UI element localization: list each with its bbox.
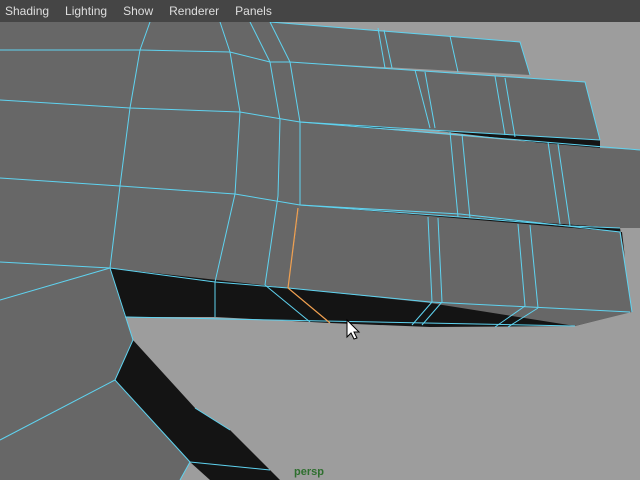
menu-renderer[interactable]: Renderer bbox=[161, 0, 227, 22]
menu-lighting[interactable]: Lighting bbox=[57, 0, 115, 22]
camera-label: persp bbox=[294, 466, 324, 478]
menu-shading[interactable]: Shading bbox=[0, 0, 57, 22]
palm-top-face bbox=[0, 22, 300, 288]
mesh-scene[interactable] bbox=[0, 0, 640, 480]
menu-show[interactable]: Show bbox=[115, 0, 161, 22]
viewport-3d[interactable]: Shading Lighting Show Renderer Panels pe… bbox=[0, 0, 640, 480]
viewport-menubar: Shading Lighting Show Renderer Panels bbox=[0, 0, 640, 22]
menu-panels[interactable]: Panels bbox=[227, 0, 280, 22]
